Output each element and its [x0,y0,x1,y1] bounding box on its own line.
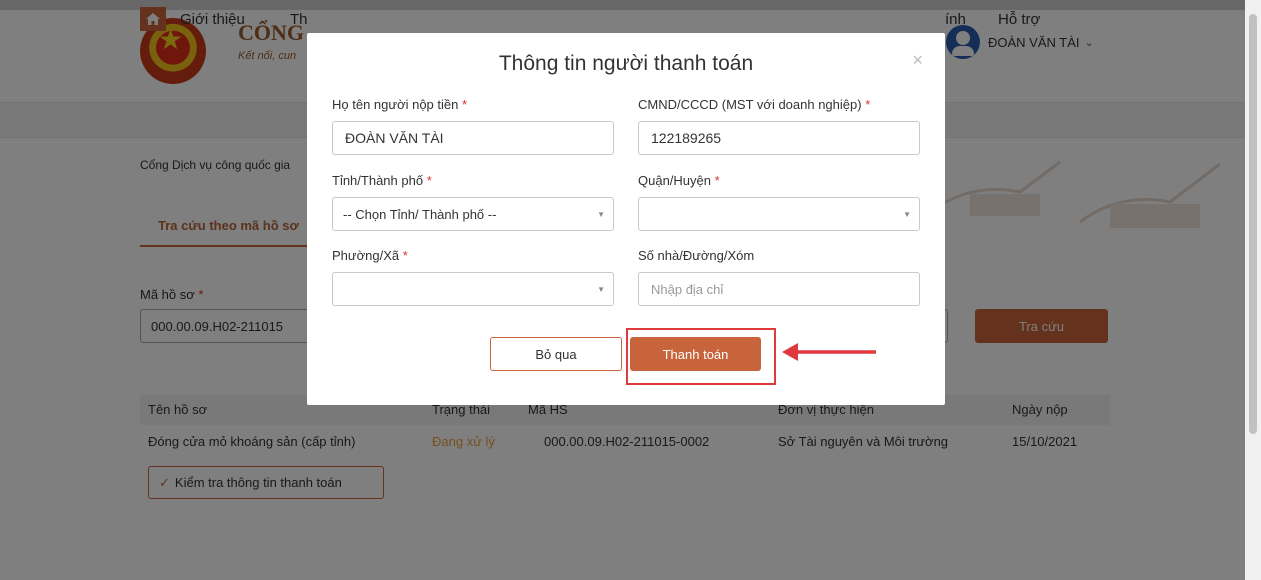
payer-name-label: Họ tên người nộp tiền * [332,97,467,112]
district-label: Quận/Huyện * [638,173,720,188]
required-mark: * [714,173,720,188]
province-select-value: -- Chọn Tỉnh/ Thành phố -- [343,206,497,222]
caret-down-icon: ▼ [903,210,911,219]
caret-down-icon: ▼ [597,210,605,219]
modal-title: Thông tin người thanh toán [498,52,754,75]
id-number-input[interactable]: 122189265 [638,121,920,155]
id-number-label: CMND/CCCD (MST với doanh nghiệp) * [638,97,870,112]
skip-button[interactable]: Bỏ qua [490,337,622,371]
id-number-label-text: CMND/CCCD (MST với doanh nghiệp) [638,97,862,112]
address-label-text: Số nhà/Đường/Xóm [638,248,755,263]
district-label-text: Quận/Huyện [638,173,711,188]
required-mark: * [426,173,432,188]
province-select[interactable]: -- Chọn Tỉnh/ Thành phố -- ▼ [332,197,614,231]
payer-name-input[interactable]: ĐOÀN VĂN TÀI [332,121,614,155]
address-input[interactable]: Nhập địa chỉ [638,272,920,306]
pointer-arrow-icon [782,343,876,361]
province-label-text: Tỉnh/Thành phố [332,173,424,188]
address-label: Số nhà/Đường/Xóm [638,248,754,263]
caret-down-icon: ▼ [597,285,605,294]
close-icon[interactable]: × [912,50,923,71]
province-label: Tỉnh/Thành phố * [332,173,432,188]
required-mark: * [462,97,468,112]
scrollbar-thumb[interactable] [1249,14,1257,434]
ward-label: Phường/Xã * [332,248,408,263]
district-select[interactable]: ▼ [638,197,920,231]
payer-name-label-text: Họ tên người nộp tiền [332,97,459,112]
ward-label-text: Phường/Xã [332,248,400,263]
required-mark: * [865,97,871,112]
pay-button-highlight [626,328,776,385]
ward-select[interactable]: ▼ [332,272,614,306]
required-mark: * [402,248,408,263]
